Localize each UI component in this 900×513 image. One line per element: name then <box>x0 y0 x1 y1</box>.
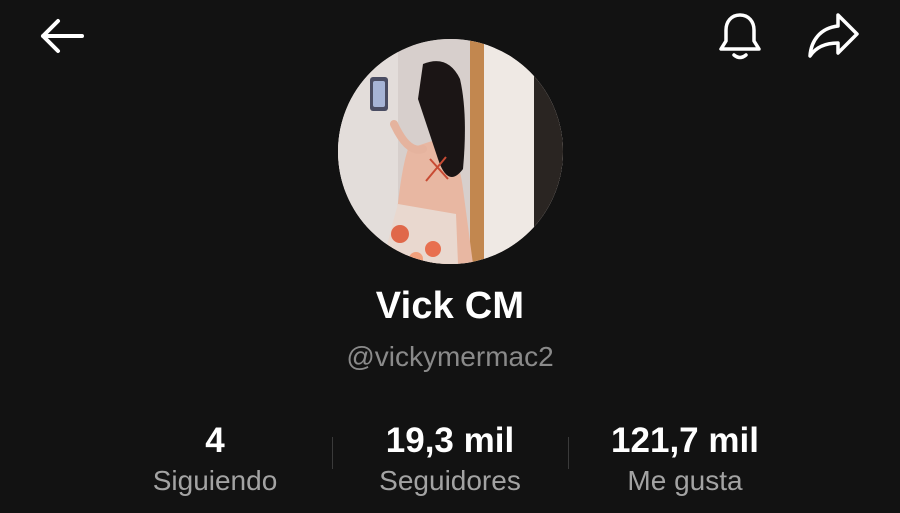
followers-stat[interactable]: 19,3 mil Seguidores <box>335 420 565 500</box>
likes-count: 121,7 mil <box>611 421 759 460</box>
username-handle: @vickymermac2 <box>346 341 554 372</box>
avatar-photo <box>338 39 563 264</box>
likes-stat[interactable]: 121,7 mil Me gusta <box>570 420 800 500</box>
bell-icon <box>719 13 761 60</box>
profile-avatar[interactable] <box>338 39 563 264</box>
following-stat[interactable]: 4 Siguiendo <box>100 420 330 500</box>
profile-screen: Vick CM @vickymermac2 4 Siguiendo 19,3 m… <box>0 0 900 513</box>
display-name: Vick CM <box>375 285 525 327</box>
followers-label: Seguidores <box>379 465 521 496</box>
notification-bell-button[interactable] <box>712 8 768 64</box>
stat-divider <box>332 437 333 469</box>
share-arrow-icon <box>808 13 859 58</box>
following-count: 4 <box>205 421 225 460</box>
stat-divider <box>568 437 569 469</box>
likes-label: Me gusta <box>627 465 743 496</box>
share-button[interactable] <box>805 8 861 64</box>
following-label: Siguiendo <box>152 465 278 496</box>
arrow-left-icon <box>41 19 84 53</box>
followers-count: 19,3 mil <box>385 421 515 460</box>
back-button[interactable] <box>33 8 89 64</box>
